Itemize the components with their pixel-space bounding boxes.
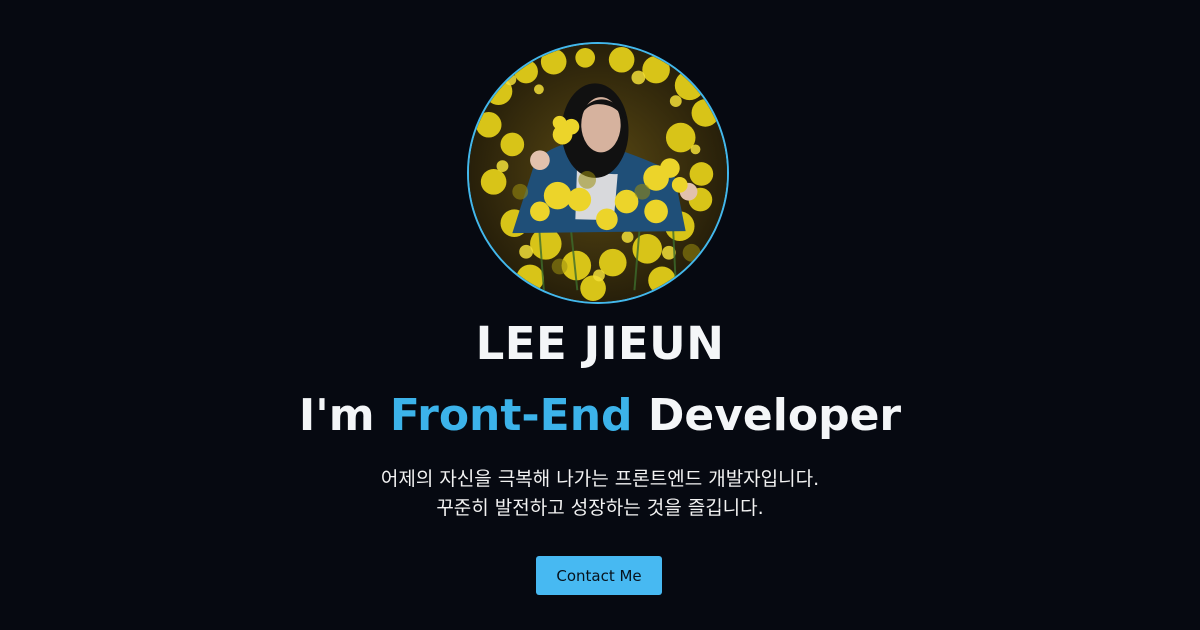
profile-photo xyxy=(469,44,727,302)
avatar xyxy=(467,42,729,304)
bio-line-1: 어제의 자신을 극복해 나가는 프론트엔드 개발자입니다. xyxy=(380,468,820,490)
bio-line-2: 꾸준히 발전하고 성장하는 것을 즐깁니다. xyxy=(436,497,764,519)
profile-name: LEE JIEUN xyxy=(475,317,725,370)
headline: I'm Front-End Developer xyxy=(0,388,1200,444)
bio: 어제의 자신을 극복해 나가는 프론트엔드 개발자입니다. 꾸준히 발전하고 성… xyxy=(0,465,1200,523)
headline-suffix: Developer xyxy=(632,390,902,441)
headline-prefix: I'm xyxy=(298,390,390,441)
contact-me-button[interactable]: Contact Me xyxy=(536,556,662,595)
headline-accent: Front-End xyxy=(389,390,633,441)
hero-section: LEE JIEUN I'm Front-End Developer 어제의 자신… xyxy=(0,0,1200,630)
